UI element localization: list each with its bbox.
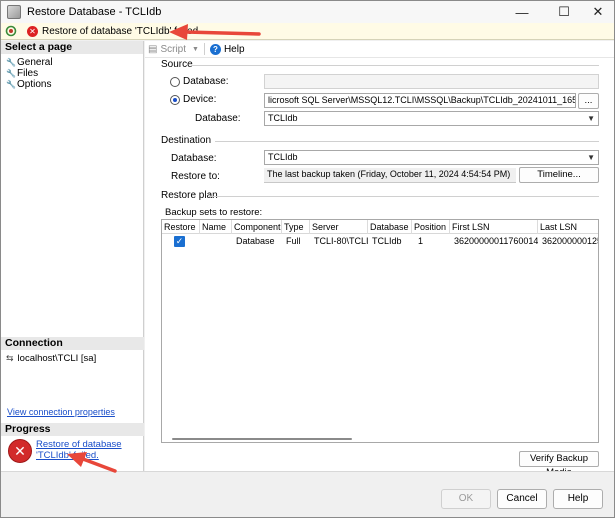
annotation-arrows [67,24,261,473]
restore-database-dialog: Restore Database - TCLIdb — ☐ ✕ ✕ Restor… [0,0,615,518]
arrow-icon [67,452,117,473]
arrow-icon [169,24,261,40]
